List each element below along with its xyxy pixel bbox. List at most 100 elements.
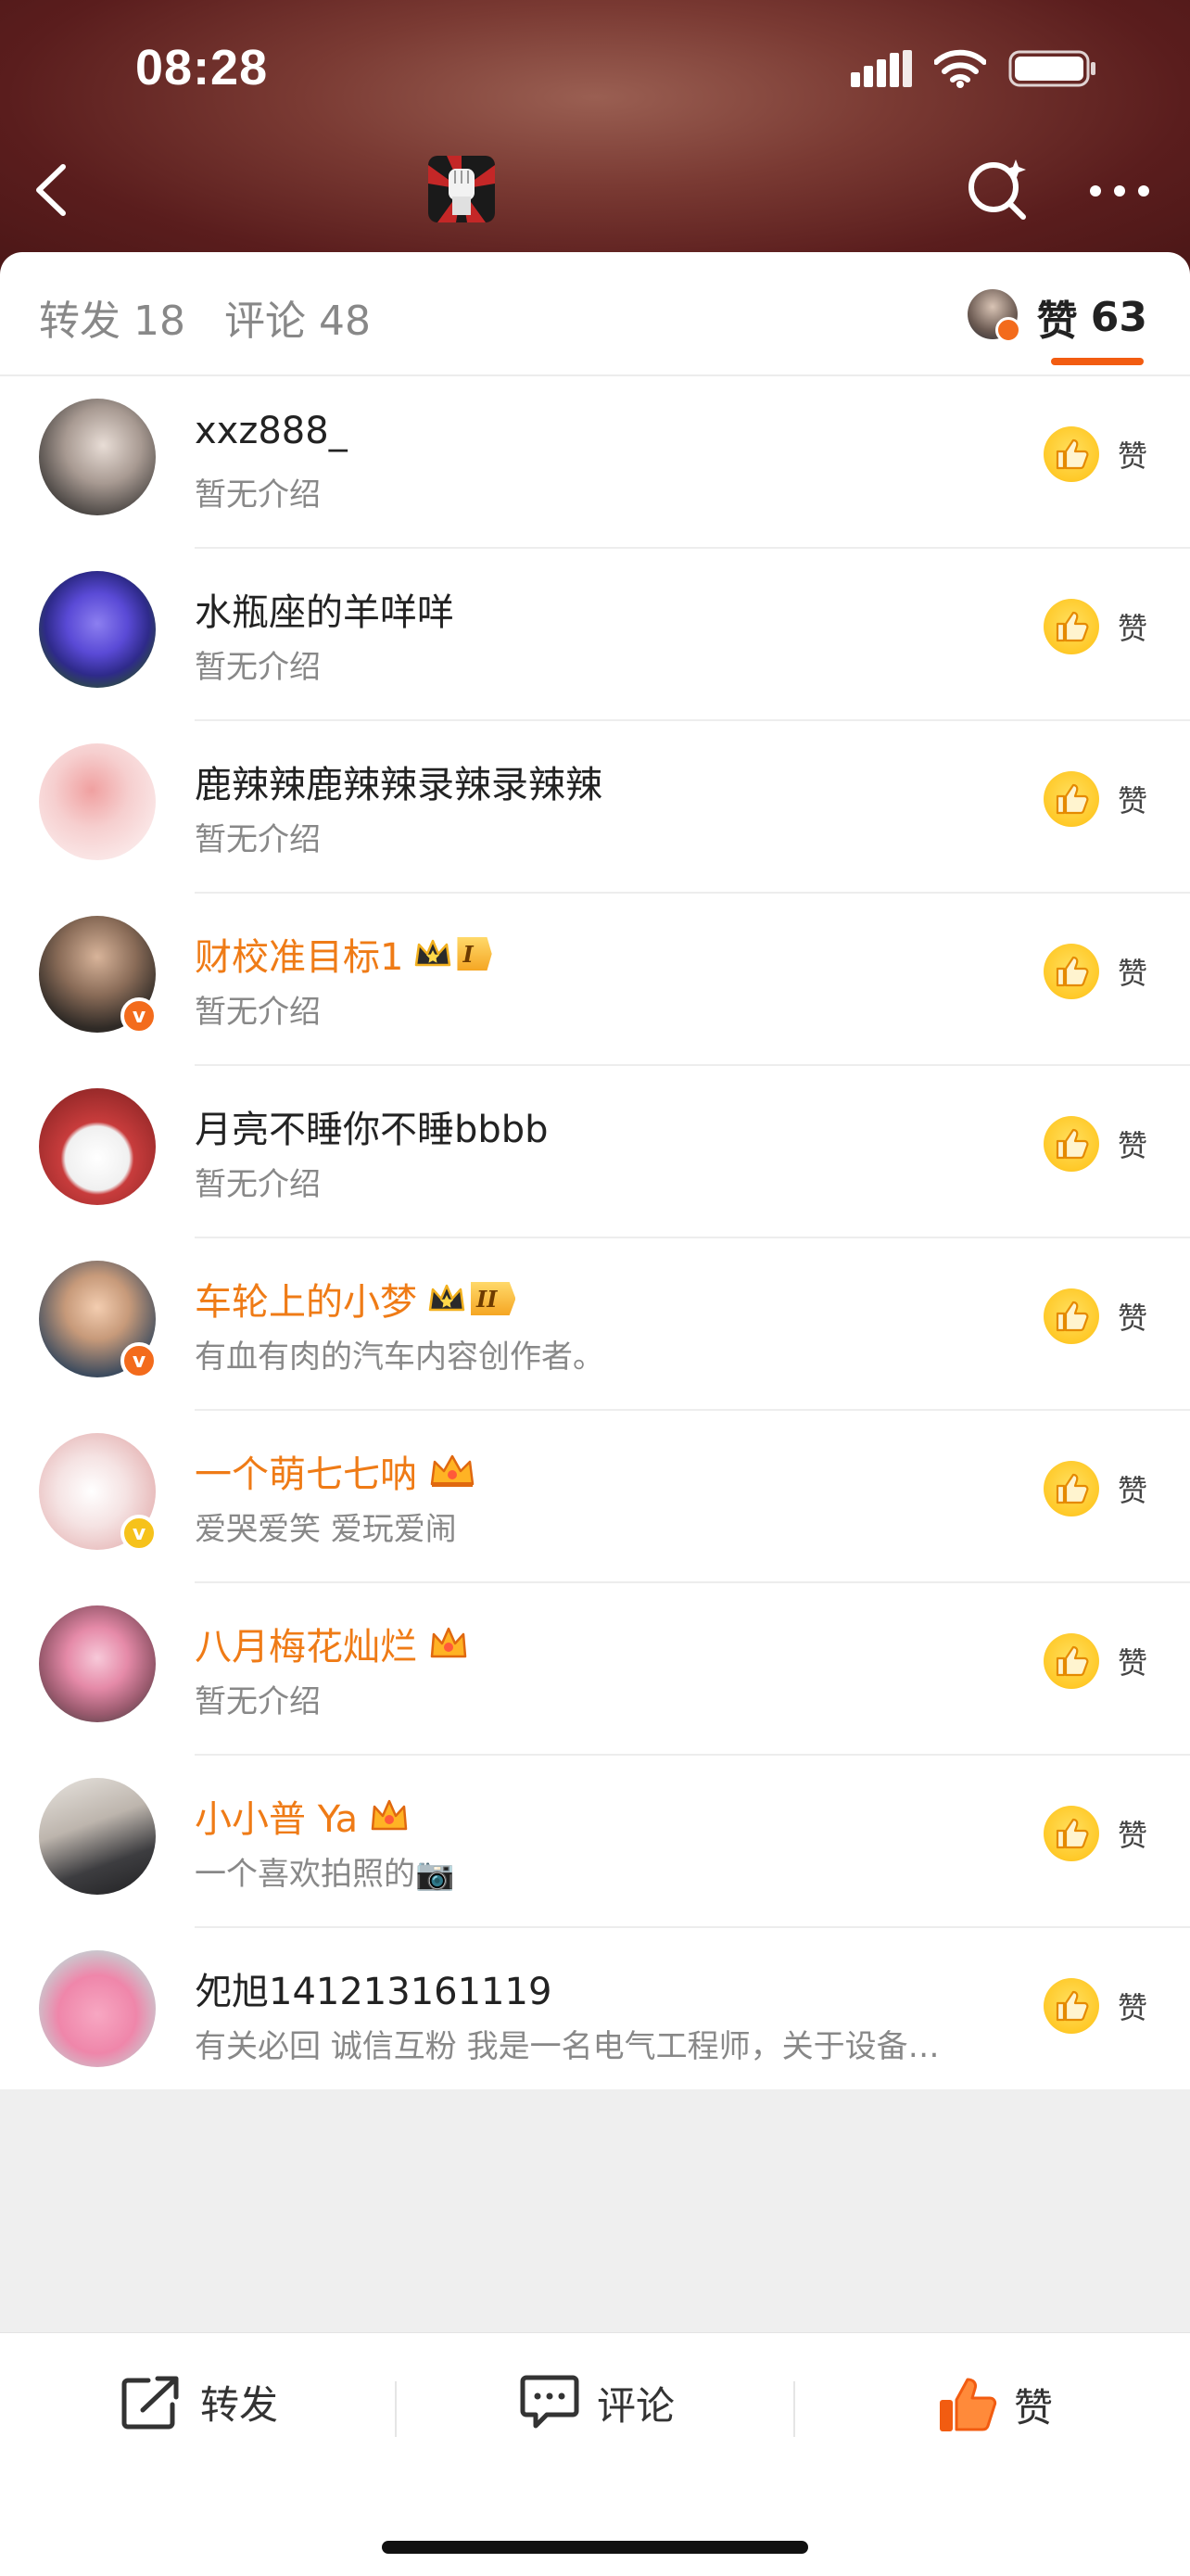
chevron-left-icon: [36, 164, 66, 216]
search-sparkle-icon: [968, 159, 1026, 220]
tab-comment[interactable]: 评论 48: [224, 287, 371, 347]
back-button[interactable]: [26, 158, 78, 222]
fist-logo-icon: [428, 156, 495, 222]
avatar[interactable]: [39, 571, 156, 688]
comment-icon: [520, 2375, 579, 2429]
user-name[interactable]: xxz888_: [195, 410, 348, 452]
search-button[interactable]: [964, 156, 1032, 224]
thumbs-up-icon: [1043, 771, 1099, 827]
thumbs-up-icon: [1043, 1116, 1099, 1172]
thumbs-up-icon: [1043, 1806, 1099, 1861]
list-item[interactable]: 月亮不睡你不睡bbbb 暂无介绍 赞: [0, 1066, 1190, 1238]
user-name[interactable]: 夗旭141213161119: [195, 1961, 551, 2015]
list-item[interactable]: v 一个萌七七呐 爱哭爱笑 爱玩爱闹 赞: [0, 1411, 1190, 1583]
user-desc: 有血有肉的汽车内容创作者。: [195, 1339, 604, 1376]
tab-like-label: 赞: [1036, 298, 1078, 345]
active-tab-indicator: [1051, 358, 1144, 365]
like-indicator: 赞: [1043, 1633, 1147, 1689]
like-label: 赞: [1117, 1818, 1147, 1853]
user-desc: 爱哭爱笑 爱玩爱闹: [195, 1511, 457, 1548]
liker-preview-avatar[interactable]: [968, 289, 1021, 343]
tab-like[interactable]: 赞 63: [1037, 287, 1147, 347]
avatar[interactable]: [39, 1088, 156, 1205]
like-label: 赞: [1117, 438, 1147, 474]
account-logo[interactable]: [428, 156, 495, 222]
comment-button[interactable]: 评论: [519, 2374, 675, 2431]
avatar[interactable]: [39, 399, 156, 515]
vip-level-badge: II: [471, 1282, 516, 1315]
user-name[interactable]: 月亮不睡你不睡bbbb: [195, 1099, 549, 1153]
list-item[interactable]: 小小普 Ya 一个喜欢拍照的📷 赞: [0, 1756, 1190, 1928]
comment-label: 评论: [597, 2382, 676, 2429]
like-indicator: 赞: [1043, 1116, 1147, 1172]
more-button[interactable]: [1086, 182, 1153, 200]
share-icon: [121, 2376, 179, 2429]
like-label: 赞: [1117, 956, 1147, 991]
thumbs-up-filled-icon: [940, 2378, 997, 2431]
list-item[interactable]: v 财校准目标1 I 暂无介绍 赞: [0, 894, 1190, 1066]
vip-level-badge: I: [457, 937, 492, 971]
list-item[interactable]: 水瓶座的羊咩咩 暂无介绍 赞: [0, 549, 1190, 721]
like-indicator: 赞: [1043, 1461, 1147, 1516]
like-indicator: 赞: [1043, 599, 1147, 654]
vip-crown-icon: [428, 1282, 465, 1315]
thumbs-up-icon: [1043, 599, 1099, 654]
user-name[interactable]: 小小普 Ya: [195, 1789, 358, 1843]
status-time: 08:28: [135, 40, 269, 95]
more-dots-icon: [1090, 185, 1149, 197]
user-name[interactable]: 八月梅花灿烂: [195, 1617, 417, 1670]
list-item[interactable]: 八月梅花灿烂 暂无介绍 赞: [0, 1583, 1190, 1756]
vip-crown-icon: [428, 1453, 476, 1490]
vip-crown-icon: [414, 937, 451, 971]
like-label: 赞: [1117, 1128, 1147, 1163]
thumbs-up-icon: [1043, 944, 1099, 999]
avatar[interactable]: [39, 1778, 156, 1895]
forward-label: 转发: [200, 2382, 279, 2428]
like-indicator: 赞: [1043, 426, 1147, 482]
user-name[interactable]: 水瓶座的羊咩咩: [195, 582, 454, 636]
list-item[interactable]: xxz888_ 暂无介绍 赞: [0, 376, 1190, 549]
tab-bar: 转发 18 评论 48 赞 63: [0, 252, 1190, 376]
avatar[interactable]: [39, 743, 156, 860]
user-name[interactable]: 车轮上的小梦: [195, 1272, 417, 1326]
user-name[interactable]: 一个萌七七呐: [195, 1444, 417, 1498]
user-desc: 一个喜欢拍照的📷: [195, 1856, 455, 1893]
list-item[interactable]: v 车轮上的小梦 II 有血有肉的汽车内容创作者。 赞: [0, 1238, 1190, 1411]
like-indicator: 赞: [1043, 1978, 1147, 2034]
thumbs-up-icon: [1043, 1978, 1099, 2034]
user-desc: 暂无介绍: [195, 994, 321, 1031]
list-item[interactable]: 夗旭141213161119 有关必回 诚信互粉 我是一名电气工程师，关于设备……: [0, 1928, 1190, 2100]
like-indicator: 赞: [1043, 1806, 1147, 1861]
tab-forward[interactable]: 转发 18: [39, 287, 185, 347]
like-label: 赞: [1117, 783, 1147, 818]
forward-button[interactable]: 转发: [120, 2374, 278, 2430]
like-label: 赞: [1117, 1473, 1147, 1508]
thumbs-up-icon: [1043, 1288, 1099, 1344]
user-desc: 暂无介绍: [195, 1166, 321, 1203]
header: 08:28: [0, 0, 1190, 278]
avatar[interactable]: v: [39, 1261, 158, 1379]
user-desc: 暂无介绍: [195, 649, 321, 686]
list-item[interactable]: 鹿辣辣鹿辣辣录辣录辣辣 暂无介绍 赞: [0, 721, 1190, 894]
like-button[interactable]: 赞: [936, 2374, 1053, 2435]
avatar[interactable]: v: [39, 916, 158, 1034]
divider: [793, 2381, 795, 2437]
avatar[interactable]: [39, 1605, 156, 1722]
user-name[interactable]: 鹿辣辣鹿辣辣录辣录辣辣: [195, 755, 602, 808]
like-label: 赞: [1117, 1645, 1147, 1681]
like-indicator: 赞: [1043, 771, 1147, 827]
status-icons: [851, 48, 1097, 89]
user-desc: 有关必回 诚信互粉 我是一名电气工程师，关于设备…: [195, 2028, 940, 2065]
thumbs-up-icon: [1043, 1461, 1099, 1516]
vip-crown-icon: [369, 1797, 410, 1834]
thumbs-up-icon: [1043, 1633, 1099, 1689]
like-indicator: 赞: [1043, 1288, 1147, 1344]
thumbs-up-icon: [1043, 426, 1099, 482]
verified-badge: v: [120, 997, 158, 1034]
verified-badge: [995, 317, 1021, 343]
avatar[interactable]: v: [39, 1433, 158, 1552]
avatar[interactable]: [39, 1950, 156, 2067]
user-name[interactable]: 财校准目标1: [195, 927, 403, 981]
vip-crown-icon: [428, 1625, 469, 1662]
home-indicator[interactable]: [382, 2541, 808, 2554]
